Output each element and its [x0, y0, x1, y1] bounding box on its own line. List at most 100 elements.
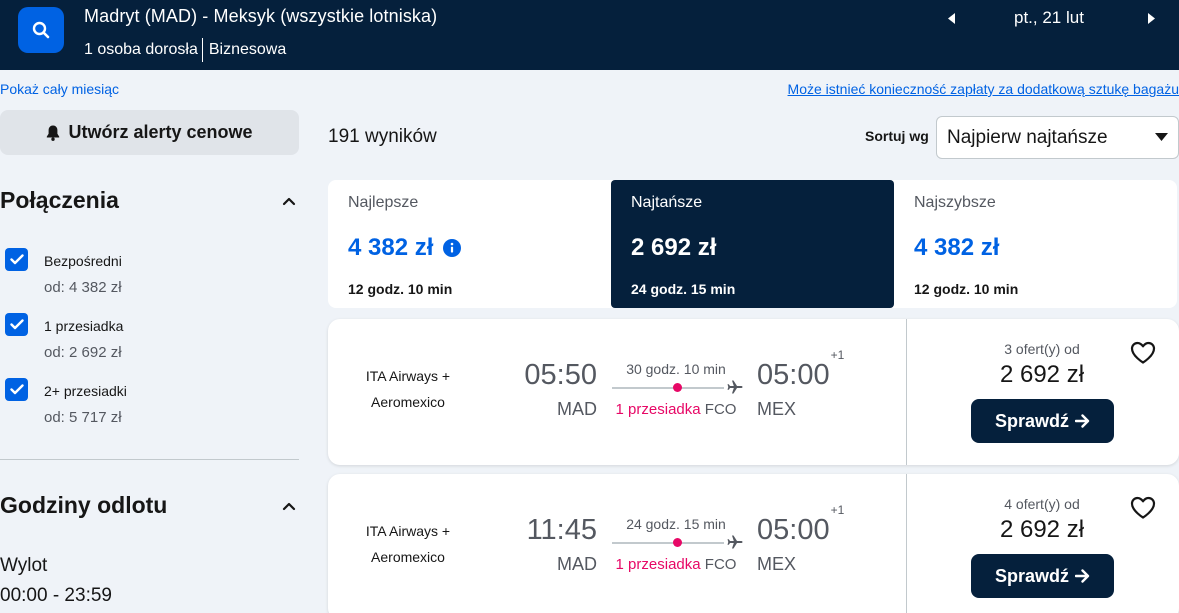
stops-count: 1 przesiadka: [615, 556, 701, 573]
route-line: [612, 542, 724, 544]
next-date-button[interactable]: [1144, 8, 1160, 28]
departure-time: 11:45: [526, 514, 597, 546]
results-count: 191 wyników: [328, 126, 437, 147]
bell-icon: [47, 125, 60, 141]
tab-cheapest-price: 2 692 zł: [631, 234, 717, 261]
search-button[interactable]: [18, 7, 64, 53]
plane-icon: [727, 380, 743, 394]
baggage-fees-link[interactable]: Może istnieć konieczność zapłaty za doda…: [788, 81, 1179, 97]
heart-icon[interactable]: [1130, 341, 1156, 365]
tab-best[interactable]: Najlepsze 4 382 zł 12 godz. 10 min: [328, 180, 611, 308]
filter-one-stop-checkbox[interactable]: [5, 313, 28, 336]
select-flight-label: Sprawdź: [994, 565, 1069, 586]
cabin-class-label: Biznesowa: [208, 41, 287, 58]
tab-cheapest[interactable]: Najtańsze 2 692 zł 24 godz. 15 min: [611, 180, 894, 308]
airline-primary: ITA Airways +: [365, 523, 451, 539]
tab-cheapest-duration: 24 godz. 15 min: [631, 281, 736, 297]
plane-icon: [727, 535, 743, 549]
route-title[interactable]: Madryt (MAD) - Meksyk (wszystkie lotnisk…: [84, 6, 437, 27]
departure-time: 05:50: [524, 359, 597, 391]
stop-dot: [673, 383, 682, 392]
tab-best-duration: 12 godz. 10 min: [348, 281, 453, 297]
price-alert-button[interactable]: Utwórz alerty cenowe: [0, 110, 299, 155]
arrival-airport: MEX: [757, 399, 797, 419]
arrival-time-row: 05:00+1: [757, 503, 844, 547]
check-icon: [9, 319, 24, 330]
connections-title: Połączenia: [0, 187, 119, 213]
departure-airport: MAD: [557, 399, 597, 419]
tab-fastest-label: Najszybsze: [914, 194, 996, 211]
price-alert-label: Utwórz alerty cenowe: [68, 122, 253, 142]
airline-names: ITA Airways + Aeromexico: [350, 363, 466, 415]
route-line: [612, 387, 724, 389]
flight-price: 2 692 zł: [999, 361, 1085, 388]
caret-right-icon: [1148, 12, 1155, 24]
departure-airport: MAD: [557, 554, 597, 574]
caret-down-icon: [1155, 133, 1168, 141]
card-divider: [906, 319, 907, 465]
previous-date-button[interactable]: [944, 8, 960, 28]
arrival-time: 05:00: [757, 514, 830, 546]
sort-tabs: Najlepsze 4 382 zł 12 godz. 10 min Najta…: [328, 180, 1177, 308]
sidebar-divider: [0, 459, 299, 460]
flight-duration: 24 godz. 15 min: [626, 516, 726, 532]
filter-two-plus-stops-label: 2+ przesiadki: [44, 383, 127, 399]
filter-direct-checkbox[interactable]: [5, 248, 28, 271]
tab-best-price: 4 382 zł: [348, 234, 434, 261]
arrival-time: 05:00: [757, 359, 830, 391]
stops-info: 1 przesiadka FCO: [611, 401, 741, 418]
arrival-airport: MEX: [757, 554, 797, 574]
search-header: Madryt (MAD) - Meksyk (wszystkie lotnisk…: [0, 0, 1179, 70]
stop-dot: [673, 538, 682, 547]
outbound-label: Wylot: [0, 555, 48, 576]
tab-fastest-duration: 12 godz. 10 min: [914, 281, 1019, 297]
tab-fastest-price: 4 382 zł: [914, 234, 1000, 261]
tab-cheapest-label: Najtańsze: [631, 194, 703, 211]
card-divider: [906, 474, 907, 613]
search-icon: [32, 21, 50, 39]
caret-left-icon: [948, 12, 955, 24]
filter-direct-label: Bezpośredni: [44, 253, 122, 269]
arrival-day-offset: +1: [830, 348, 845, 363]
filter-one-stop-label: 1 przesiadka: [44, 318, 124, 334]
info-icon[interactable]: [443, 239, 462, 257]
airline-primary: ITA Airways +: [365, 368, 451, 384]
airline-secondary: Aeromexico: [371, 549, 445, 565]
arrow-right-icon: [1075, 569, 1090, 583]
arrow-right-icon: [1075, 414, 1090, 428]
stop-airport: FCO: [704, 401, 737, 418]
show-whole-month-link[interactable]: Pokaż cały miesiąc: [0, 81, 119, 97]
filter-two-plus-stops-price: od: 5 717 zł: [44, 409, 122, 426]
departure-times-title: Godziny odlotu: [0, 492, 168, 518]
select-flight-button[interactable]: Sprawdź: [971, 399, 1114, 443]
select-flight-label: Sprawdź: [994, 410, 1069, 431]
airline-names: ITA Airways + Aeromexico: [350, 518, 466, 570]
arrival-time-row: 05:00+1: [757, 348, 844, 392]
airline-secondary: Aeromexico: [371, 394, 445, 410]
tab-best-label: Najlepsze: [348, 194, 419, 211]
sort-label: Sortuj wg: [865, 128, 929, 144]
tab-fastest[interactable]: Najszybsze 4 382 zł 12 godz. 10 min: [894, 180, 1177, 308]
arrival-day-offset: +1: [830, 503, 845, 518]
filter-two-plus-stops-checkbox[interactable]: [5, 378, 28, 401]
sort-select[interactable]: Najpierw najtańsze: [936, 116, 1179, 159]
stops-count: 1 przesiadka: [615, 401, 701, 418]
flight-duration: 30 godz. 10 min: [626, 361, 726, 377]
departure-date[interactable]: pt., 21 lut: [1014, 8, 1084, 28]
select-flight-button[interactable]: Sprawdź: [971, 554, 1114, 598]
filter-one-stop-price: od: 2 692 zł: [44, 344, 122, 361]
chevron-up-icon[interactable]: [281, 195, 297, 207]
trip-details[interactable]: 1 osoba dorosła Biznesowa: [84, 38, 286, 62]
tab-best-price-row: 4 382 zł: [348, 234, 462, 262]
check-icon: [9, 254, 24, 265]
chevron-up-icon[interactable]: [281, 500, 297, 512]
meta-separator: [201, 38, 203, 62]
flight-card[interactable]: ITA Airways + Aeromexico 05:50 MAD 30 go…: [328, 319, 1179, 465]
sort-value: Najpierw najtańsze: [947, 126, 1108, 148]
heart-icon[interactable]: [1130, 496, 1156, 520]
passengers-label: 1 osoba dorosła: [84, 41, 198, 58]
flight-card[interactable]: ITA Airways + Aeromexico 11:45 MAD 24 go…: [328, 474, 1179, 613]
check-icon: [9, 384, 24, 395]
flight-price: 2 692 zł: [999, 516, 1085, 543]
stops-info: 1 przesiadka FCO: [611, 556, 741, 573]
